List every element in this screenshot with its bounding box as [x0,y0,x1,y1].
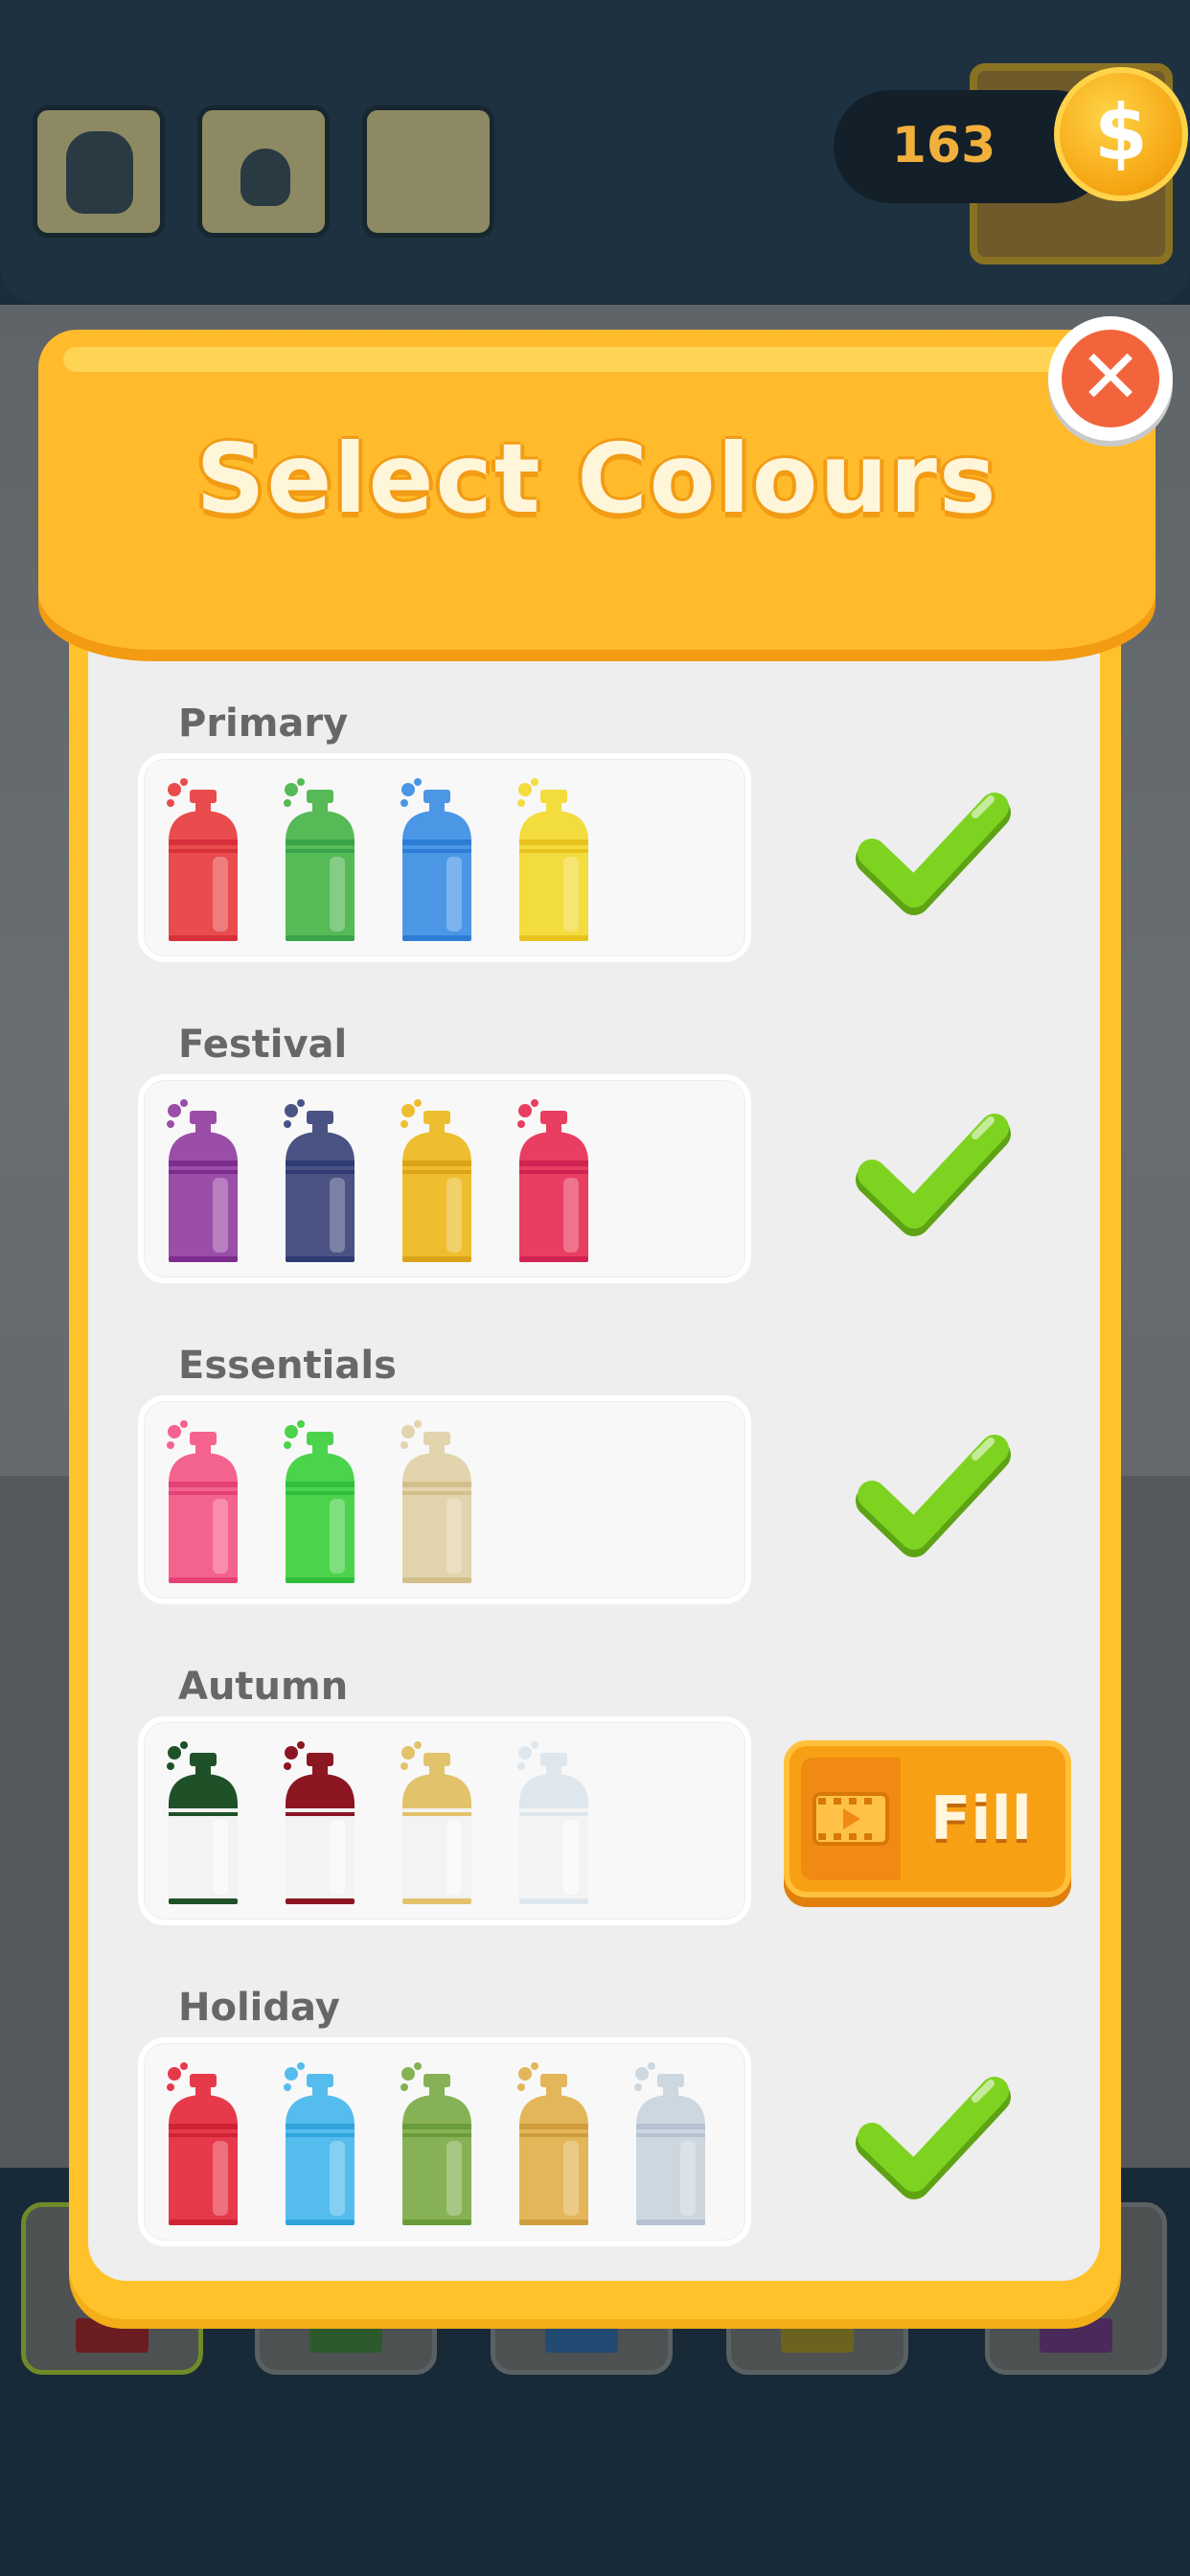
spray-can-icon [163,1097,243,1270]
close-icon: ✕ [1062,330,1159,427]
checkmark-icon[interactable] [851,1428,1014,1562]
palette-tray-festival[interactable] [138,1074,751,1283]
palette-label-autumn: Autumn [178,1665,349,1709]
checkmark-icon[interactable] [851,786,1014,920]
character-slot-3[interactable] [362,105,494,238]
video-ad-icon [801,1758,901,1880]
character-slot-1[interactable] [33,105,165,238]
spray-can-icon [280,1739,360,1912]
spray-can-icon [163,776,243,949]
spray-can-icon [280,1418,360,1591]
spray-can-icon [514,776,594,949]
modal-title: Select Colours [195,423,998,535]
palette-tray-autumn[interactable] [138,1716,751,1925]
spray-can-icon [397,2060,477,2233]
palette-label-essentials: Essentials [178,1344,397,1388]
checkmark-icon[interactable] [851,2070,1014,2204]
spray-can-icon [397,1739,477,1912]
spray-can-icon [397,1097,477,1270]
spray-can-icon [630,2060,711,2233]
fill-button[interactable]: Fill [784,1740,1071,1898]
spray-can-icon [397,1418,477,1591]
spray-can-icon [514,1739,594,1912]
coin-icon: $ [1054,67,1188,201]
fill-button-label: Fill [929,1783,1033,1853]
palette-tray-holiday[interactable] [138,2037,751,2246]
palette-label-primary: Primary [178,702,349,746]
spray-can-icon [163,1418,243,1591]
coin-count: 163 [891,117,996,174]
spray-can-icon [163,1739,243,1912]
spray-can-icon [514,1097,594,1270]
palette-label-holiday: Holiday [178,1986,340,2030]
spray-can-icon [280,2060,360,2233]
spray-can-icon [280,1097,360,1270]
spray-can-icon [514,2060,594,2233]
palette-tray-essentials[interactable] [138,1395,751,1604]
close-button[interactable]: ✕ [1048,316,1173,441]
palette-tray-primary[interactable] [138,753,751,962]
spray-can-icon [280,776,360,949]
character-slot-2[interactable] [197,105,330,238]
palette-label-festival: Festival [178,1023,348,1067]
checkmark-icon[interactable] [851,1107,1014,1241]
spray-can-icon [163,2060,243,2233]
spray-can-icon [397,776,477,949]
